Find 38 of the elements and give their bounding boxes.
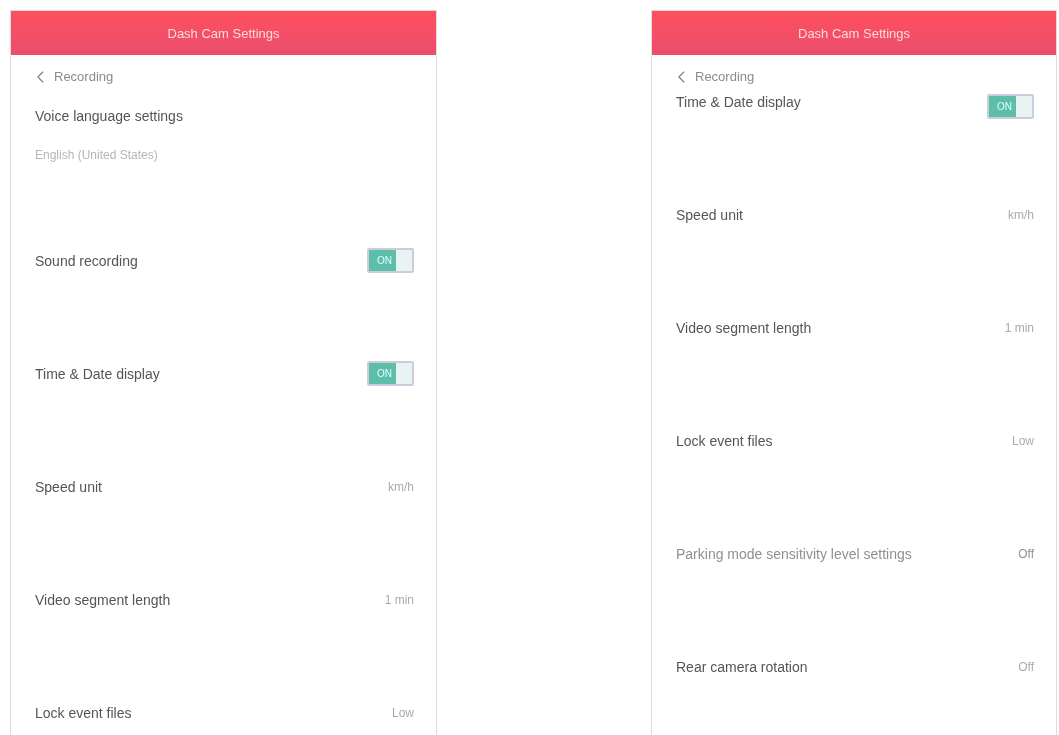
settings-row[interactable]: Rear camera rotation Off (652, 610, 1056, 723)
setting-label: Voice language settings (35, 108, 183, 124)
back-link[interactable]: Recording (11, 55, 114, 94)
setting-value: Low (1012, 433, 1034, 448)
back-link[interactable]: Recording (652, 55, 755, 94)
settings-row[interactable]: Time & Date display ON (652, 94, 1056, 158)
settings-row[interactable]: Speed unit km/h (652, 158, 1056, 271)
setting-sublabel: English (United States) (35, 148, 159, 162)
setting-value: 1 min (1004, 320, 1034, 335)
back-icon (37, 70, 44, 83)
setting-value: 1 min (384, 592, 414, 607)
settings-row[interactable]: Time & Date display ON (11, 317, 436, 430)
settings-row[interactable]: Video segment length 1 min (11, 543, 436, 656)
settings-row[interactable]: Lock event files Low (11, 656, 436, 735)
settings-row[interactable]: Sound recording ON (11, 204, 436, 317)
setting-value: Off (1018, 659, 1034, 674)
settings-row[interactable]: Video segment length 1 min (652, 271, 1056, 384)
setting-value: km/h (1008, 207, 1034, 222)
setting-label: Video segment length (676, 319, 812, 336)
header-title: Dash Cam Settings (798, 25, 910, 41)
settings-row[interactable]: Lock event files Low (652, 384, 1056, 497)
setting-label: Video segment length (35, 591, 171, 608)
setting-label: Speed unit (676, 206, 743, 223)
setting-label: Rear camera rotation (676, 658, 808, 675)
setting-label: Parking mode sensitivity level settings (676, 545, 912, 562)
setting-value: Off (1018, 546, 1034, 561)
settings-row[interactable]: Speed unit km/h (11, 430, 436, 543)
setting-value: Low (392, 705, 414, 720)
setting-label: Speed unit (35, 478, 102, 495)
setting-label: Time & Date display (35, 365, 160, 382)
setting-value: km/h (388, 479, 414, 494)
setting-label: Lock event files (35, 704, 132, 721)
settings-row[interactable]: Voice language settings English (United States) (11, 94, 436, 204)
setting-label: Time & Date display (676, 94, 801, 110)
header-title: Dash Cam Settings (167, 25, 280, 41)
setting-label: Sound recording (35, 252, 138, 269)
back-icon (678, 70, 685, 83)
setting-label: Lock event files (676, 432, 773, 449)
